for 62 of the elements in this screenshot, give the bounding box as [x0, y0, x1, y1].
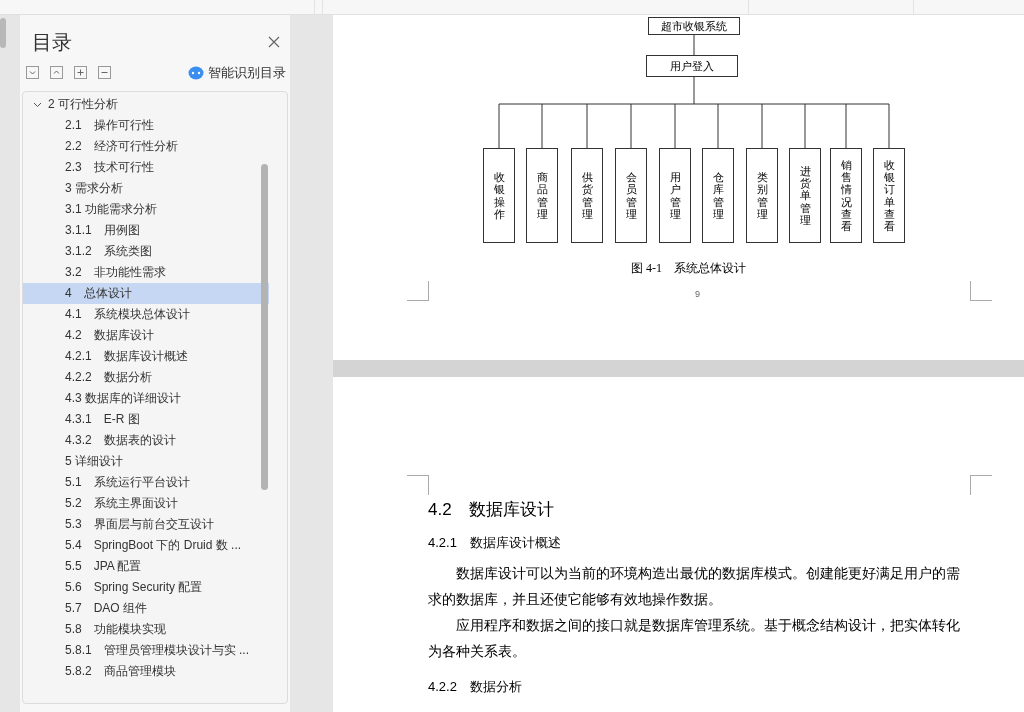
subsection-heading: 4.2.2 数据分析	[428, 678, 523, 696]
toc-item[interactable]: 3.1.2 系统类图	[23, 240, 269, 262]
diagram-node: 收银订单查看	[873, 148, 905, 243]
toc-item[interactable]: 2.3 技术可行性	[23, 156, 269, 178]
smart-recognize-button[interactable]: 智能识别目录	[188, 63, 286, 83]
toc-item[interactable]: 4.2.1 数据库设计概述	[23, 345, 269, 367]
page-number: 9	[695, 288, 700, 301]
toc-item[interactable]: 5.8.1 管理员管理模块设计与实 ...	[23, 639, 269, 661]
close-icon[interactable]	[268, 36, 280, 48]
toc-item[interactable]: 4.3.2 数据表的设计	[23, 429, 269, 451]
page-corner-mark	[970, 475, 992, 495]
page-corner-mark	[407, 281, 429, 301]
diagram-node: 类别管理	[746, 148, 778, 243]
toc-item[interactable]: 4.2.2 数据分析	[23, 366, 269, 388]
toc-item[interactable]: 5.1 系统运行平台设计	[23, 471, 269, 493]
section-heading: 4.2 数据库设计	[428, 499, 555, 521]
scrollbar-thumb[interactable]	[0, 18, 6, 48]
toc-item[interactable]: 4 总体设计	[23, 282, 269, 304]
expand-all-icon[interactable]	[26, 66, 39, 80]
toc-item[interactable]: 5.8.2 商品管理模块	[23, 660, 269, 682]
list-scrollbar-thumb[interactable]	[261, 163, 268, 490]
toc-item[interactable]: 2.2 经济可行性分析	[23, 135, 269, 157]
diagram-node: 用户管理	[659, 148, 691, 243]
subsection-heading: 4.2.1 数据库设计概述	[428, 534, 562, 552]
toc-item[interactable]: 5.7 DAO 组件	[23, 597, 269, 619]
toc-item[interactable]: 4.2 数据库设计	[23, 324, 269, 346]
diagram-node: 销售情况查看	[830, 148, 862, 243]
add-icon[interactable]	[74, 66, 87, 80]
toc-item[interactable]: 5.2 系统主界面设计	[23, 492, 269, 514]
toc-item[interactable]: 3.2 非功能性需求	[23, 261, 269, 283]
diagram-node: 商品管理	[526, 148, 558, 243]
figure-caption: 图 4-1 系统总体设计	[631, 260, 746, 277]
diagram-node: 收银操作	[483, 148, 515, 243]
toc-item[interactable]: 5.8 功能模块实现	[23, 618, 269, 640]
panel-title: 目录	[32, 30, 72, 55]
diagram-node: 进货单管理	[789, 148, 821, 243]
toc-item[interactable]: 5.5 JPA 配置	[23, 555, 269, 577]
page-corner-mark	[970, 281, 992, 301]
toc-item[interactable]: 3 需求分析	[23, 177, 269, 199]
toc-item[interactable]: 2.1 操作可行性	[23, 114, 269, 136]
diagram-node: 供货管理	[571, 148, 603, 243]
toc-item[interactable]: 4.1 系统模块总体设计	[23, 303, 269, 325]
page-corner-mark	[407, 475, 429, 495]
toc-item[interactable]: 3.1 功能需求分析	[23, 198, 269, 220]
toc-item[interactable]: 3.1.1 用例图	[23, 219, 269, 241]
toc-item[interactable]: 4.3.1 E-R 图	[23, 408, 269, 430]
remove-icon[interactable]	[98, 66, 111, 80]
diagram-node: 仓库管理	[702, 148, 734, 243]
toc-item[interactable]: 5.3 界面层与前台交互设计	[23, 513, 269, 535]
toc-item[interactable]: 5.6 Spring Security 配置	[23, 576, 269, 598]
diagram-node: 用户登入	[646, 55, 738, 77]
smart-icon	[188, 65, 204, 80]
toc-item[interactable]: 4.3 数据库的详细设计	[23, 387, 269, 409]
collapse-all-icon[interactable]	[50, 66, 63, 80]
toc-item[interactable]: 5 详细设计	[23, 450, 269, 472]
connector-line	[693, 34, 695, 56]
toc-item[interactable]: 2 可行性分析	[23, 93, 269, 115]
diagram-node: 会员管理	[615, 148, 647, 243]
toc-item[interactable]: 5.4 SpringBoot 下的 Druid 数 ...	[23, 534, 269, 556]
body-paragraph: 数据库设计可以为当前的环境构造出最优的数据库模式。创建能更好满足用户的需求的数据库，并且还使它能够有效地操作数据。	[428, 564, 960, 609]
body-paragraph: 应用程序和数据之间的接口就是数据库管理系统。基于概念结构设计，把实体转化为各种关系表。	[428, 616, 960, 661]
diagram-node: 超市收银系统	[648, 17, 740, 35]
